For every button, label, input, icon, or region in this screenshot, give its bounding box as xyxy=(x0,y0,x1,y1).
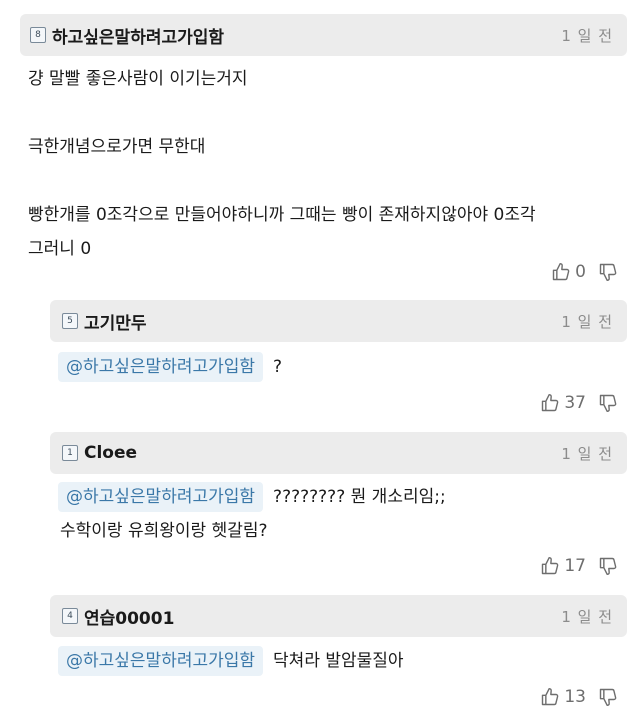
vote-row: 37 xyxy=(540,390,618,416)
thumbs-down-icon[interactable] xyxy=(598,687,618,707)
comment-timestamp: 1 일 전 xyxy=(561,26,613,45)
comment-line xyxy=(28,164,536,198)
reply-timestamp: 1 일 전 xyxy=(561,607,613,626)
reply-text: ? xyxy=(273,357,283,377)
like-count: 0 xyxy=(575,262,586,282)
reply-header: 1 Cloee 1 일 전 xyxy=(50,432,627,474)
vote-row: 13 xyxy=(540,684,618,710)
comment-line xyxy=(28,96,536,130)
thumbs-down-icon[interactable] xyxy=(598,556,618,576)
vote-row: 0 xyxy=(551,259,618,285)
reply-timestamp: 1 일 전 xyxy=(561,444,613,463)
comment-header: 8 하고싶은말하려고가입함 1 일 전 xyxy=(20,14,627,56)
comment-username[interactable]: 하고싶은말하려고가입함 xyxy=(52,23,224,48)
thumbs-down-icon[interactable] xyxy=(598,262,618,282)
thumbs-up-icon[interactable] xyxy=(540,393,560,413)
reply-username[interactable]: 고기만두 xyxy=(84,309,147,334)
comment-line: 걍 말빨 좋은사람이 이기는거지 xyxy=(28,69,248,89)
mention-tag[interactable]: @하고싶은말하려고가입함 xyxy=(58,646,264,676)
thumbs-down-icon[interactable] xyxy=(598,393,618,413)
comment-body: 걍 말빨 좋은사람이 이기는거지 극한개념으로가면 무한대 빵한개를 0조각으로… xyxy=(28,62,536,266)
mention-tag[interactable]: @하고싶은말하려고가입함 xyxy=(58,352,264,382)
reply-timestamp: 1 일 전 xyxy=(561,312,613,331)
reply-username[interactable]: Cloee xyxy=(84,443,137,463)
thumbs-up-icon[interactable] xyxy=(540,687,560,707)
comment-line: 그러니 0 xyxy=(28,239,92,259)
comment-line: 빵한개를 0조각으로 만들어야하니까 그때는 빵이 존재하지않아야 0조각 xyxy=(28,205,536,225)
level-badge-icon: 8 xyxy=(30,27,46,43)
like-count: 37 xyxy=(564,393,586,413)
reply-username[interactable]: 연습00001 xyxy=(84,604,174,629)
reply-text-line2: 수학이랑 유희왕이랑 헷갈림? xyxy=(60,521,268,541)
reply-text: 닥쳐라 발암물질아 xyxy=(273,651,404,671)
reply-header: 4 연습00001 1 일 전 xyxy=(50,595,627,637)
like-count: 13 xyxy=(564,687,586,707)
level-badge-icon: 5 xyxy=(62,313,78,329)
reply-text: ???????? 뭔 개소리임;; xyxy=(273,487,446,507)
like-count: 17 xyxy=(564,556,586,576)
comment-line: 극한개념으로가면 무한대 xyxy=(28,137,206,157)
reply-body: @하고싶은말하려고가입함 닥쳐라 발암물질아 xyxy=(58,644,404,678)
thumbs-up-icon[interactable] xyxy=(540,556,560,576)
reply-body: @하고싶은말하려고가입함 ???????? 뭔 개소리임;; 수학이랑 유희왕이랑… xyxy=(58,480,446,548)
vote-row: 17 xyxy=(540,553,618,579)
reply-header: 5 고기만두 1 일 전 xyxy=(50,300,627,342)
thumbs-up-icon[interactable] xyxy=(551,262,571,282)
reply-body: @하고싶은말하려고가입함? xyxy=(58,350,282,384)
level-badge-icon: 4 xyxy=(62,608,78,624)
mention-tag[interactable]: @하고싶은말하려고가입함 xyxy=(58,482,264,512)
level-badge-icon: 1 xyxy=(62,445,78,461)
